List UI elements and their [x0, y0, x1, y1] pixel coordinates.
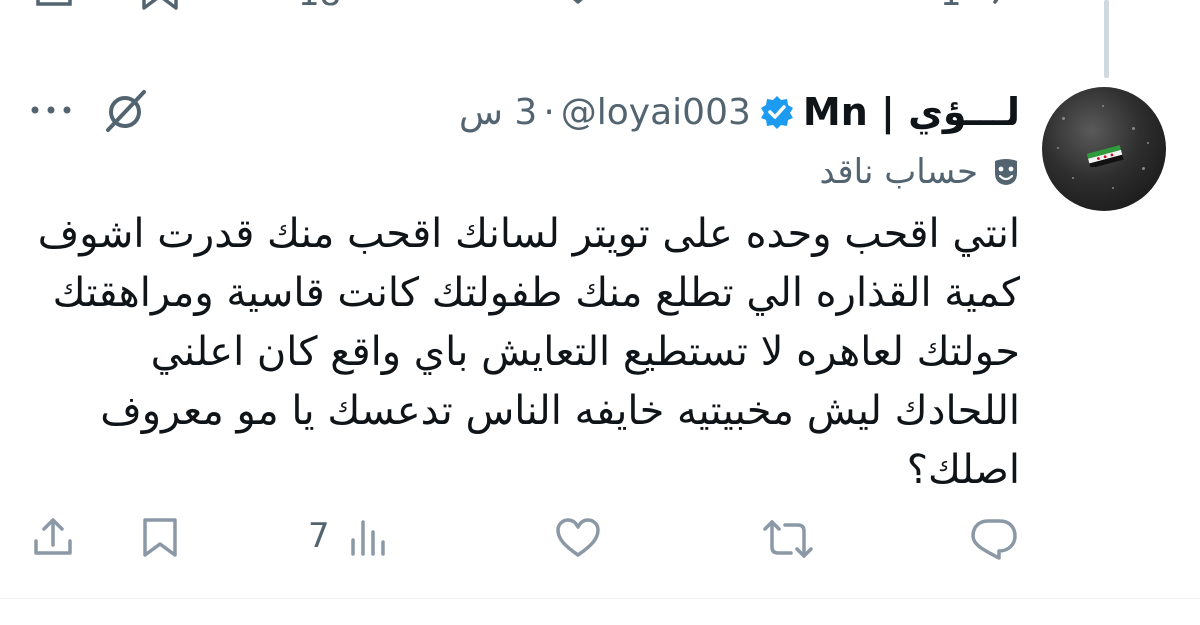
retweet-icon[interactable] — [766, 0, 816, 16]
mask-icon — [992, 157, 1020, 187]
tweet-header: 3 س · @loyai003 لـــؤي | Mn — [459, 88, 1020, 136]
timestamp[interactable]: 3 س — [459, 92, 537, 133]
bookmark-icon[interactable] — [140, 0, 180, 16]
tweet-text: انتي اقحب وحده على تويتر لسانك اقحب منك … — [37, 211, 1020, 493]
share-icon[interactable] — [32, 517, 74, 559]
reply-icon[interactable] — [970, 518, 1018, 560]
thread-connector-line — [1104, 0, 1109, 78]
verified-badge-icon — [759, 94, 795, 130]
views-count: 18 — [298, 0, 341, 14]
views-icon[interactable] — [350, 0, 386, 16]
user-handle[interactable]: @loyai003 — [561, 92, 751, 133]
more-icon[interactable] — [28, 100, 74, 120]
share-icon[interactable] — [34, 0, 74, 14]
previous-tweet-action-bar: 18 1 — [0, 0, 1200, 22]
views-icon[interactable] — [348, 518, 388, 558]
flag-icon — [1086, 145, 1124, 167]
account-label: حساب ناقد — [820, 150, 1020, 194]
views-count: 7 — [308, 516, 330, 556]
tweet-divider — [0, 598, 1200, 599]
like-icon[interactable] — [556, 0, 600, 16]
bookmark-icon[interactable] — [140, 517, 180, 559]
author-name[interactable]: لـــؤي | Mn — [803, 90, 1020, 134]
reply-icon[interactable] — [965, 0, 1011, 16]
account-label-text: حساب ناقد — [819, 152, 978, 192]
retweet-icon[interactable] — [763, 519, 813, 559]
separator-dot: · — [543, 91, 555, 133]
like-icon[interactable] — [555, 518, 601, 558]
replies-count: 1 — [940, 0, 962, 14]
grok-icon[interactable] — [100, 88, 152, 134]
avatar[interactable] — [1042, 87, 1166, 211]
